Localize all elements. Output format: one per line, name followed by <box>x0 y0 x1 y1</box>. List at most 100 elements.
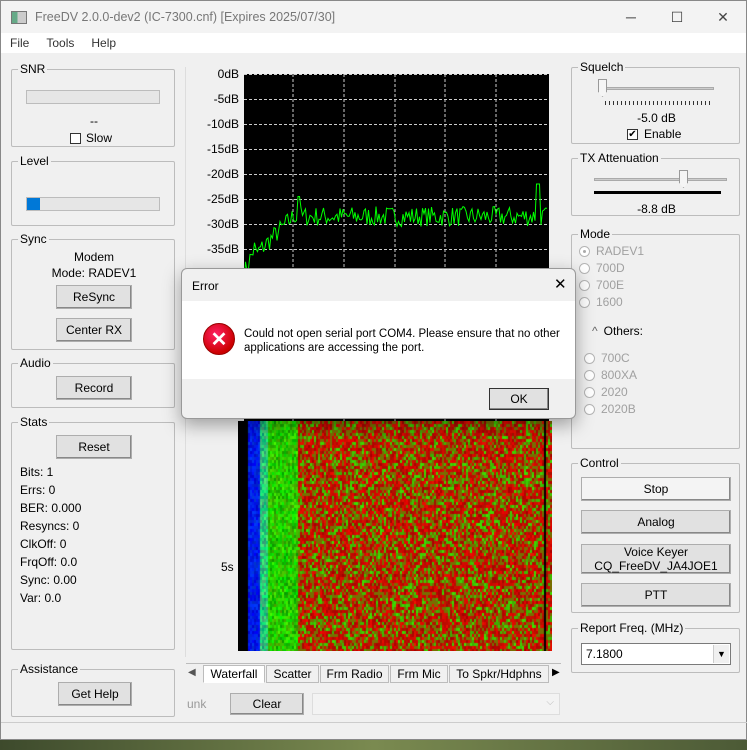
chevron-down-icon: ⌵ <box>546 697 554 708</box>
dropdown-arrow-icon[interactable]: ▼ <box>713 645 729 663</box>
mode-radio-800xa[interactable]: 800XA <box>584 368 637 382</box>
dialog-close-button[interactable]: ✕ <box>554 275 567 293</box>
bottom-combo[interactable]: ⌵ <box>312 693 560 715</box>
ptt-button[interactable]: PTT <box>581 583 731 607</box>
report-freq-label: Report Freq. (MHz) <box>578 621 686 635</box>
squelch-label: Squelch <box>578 60 626 74</box>
stop-button[interactable]: Stop <box>581 477 731 501</box>
radio-icon <box>584 386 595 398</box>
audio-group: Audio Record <box>11 356 175 408</box>
stats-label: Stats <box>18 415 50 429</box>
tab-waterfall[interactable]: Waterfall <box>203 665 265 683</box>
stat-line: Resyncs: 0 <box>20 519 80 533</box>
spectrum-y-tick: -35dB <box>206 242 239 256</box>
analog-button[interactable]: Analog <box>581 510 731 534</box>
mode-radio-700c[interactable]: 700C <box>584 351 630 365</box>
mode-option-label: 1600 <box>596 295 623 309</box>
mode-option-label: 700C <box>601 351 630 365</box>
tx-attenuation-label: TX Attenuation <box>578 151 661 165</box>
mode-option-label: 700D <box>596 261 625 275</box>
menu-tools[interactable]: Tools <box>37 36 82 50</box>
report-freq-combo[interactable]: 7.1800 ▼ <box>581 643 731 665</box>
maximize-button[interactable]: ☐ <box>654 1 700 33</box>
get-help-button[interactable]: Get Help <box>58 682 132 706</box>
resync-button[interactable]: ReSync <box>56 285 132 309</box>
modem-label: Modem <box>73 250 114 264</box>
app-icon <box>11 10 27 24</box>
audio-label: Audio <box>18 356 53 370</box>
report-freq-group: Report Freq. (MHz) 7.1800 ▼ <box>571 621 740 673</box>
mode-option-label: 800XA <box>601 368 638 382</box>
radio-icon <box>579 296 590 308</box>
tab-scroll-left-icon[interactable]: ◀ <box>188 667 196 678</box>
report-freq-value: 7.1800 <box>586 647 623 661</box>
menu-help[interactable]: Help <box>82 36 124 50</box>
center-rx-button[interactable]: Center RX <box>56 318 132 342</box>
level-bar <box>26 197 160 211</box>
dialog-body: ✕ Could not open serial port COM4. Pleas… <box>182 301 575 379</box>
spectrum-y-tick: -15dB <box>206 142 239 156</box>
ok-button[interactable]: OK <box>489 388 549 410</box>
mode-option-label: 700E <box>596 278 625 292</box>
tx-attenuation-value: -8.8 dB <box>637 202 676 216</box>
control-group: Control Stop Analog Voice Keyer CQ_FreeDV… <box>571 456 740 613</box>
others-label: Others: <box>603 324 643 338</box>
stats-group: Stats Reset Bits: 1 Errs: 0 BER: 0.000 Resy… <box>11 415 175 650</box>
snr-group: SNR -- Slow <box>11 62 175 147</box>
squelch-group: Squelch -5.0 dB ✔ Enable <box>571 60 740 144</box>
others-toggle[interactable]: ^ Others: <box>592 324 643 338</box>
mode-radio-2020[interactable]: 2020 <box>584 385 628 399</box>
tx-attenuation-bar <box>594 191 721 194</box>
radio-icon <box>584 403 595 415</box>
slow-label: Slow <box>86 131 113 145</box>
mode-option-label: RADEV1 <box>596 244 645 258</box>
sync-label: Sync <box>18 232 49 246</box>
tx-attenuation-slider-track[interactable] <box>594 178 727 181</box>
waterfall-plot <box>238 421 552 651</box>
mode-radio-radev1[interactable]: RADEV1 <box>579 244 644 258</box>
tab-scroll-right-icon[interactable]: ▶ <box>552 667 560 678</box>
squelch-ticks <box>605 101 713 105</box>
mode-option-label: 2020 <box>601 385 628 399</box>
status-divider <box>1 722 747 723</box>
squelch-slider-thumb[interactable] <box>598 79 607 97</box>
menu-file[interactable]: File <box>1 36 37 50</box>
spectrum-y-tick: -20dB <box>206 167 239 181</box>
record-button[interactable]: Record <box>56 376 132 400</box>
level-label: Level <box>18 154 51 168</box>
squelch-slider-track[interactable] <box>602 87 714 90</box>
minimize-button[interactable]: ─ <box>608 1 654 33</box>
mode-radio-2020b[interactable]: 2020B <box>584 402 636 416</box>
window-title: FreeDV 2.0.0-dev2 (IC-7300.cnf) [Expires… <box>35 10 336 24</box>
spectrum-y-tick: -5dB <box>213 92 239 106</box>
tab-frm-mic[interactable]: Frm Mic <box>390 665 448 683</box>
radio-icon <box>579 279 590 291</box>
squelch-enable-checkbox[interactable]: ✔ Enable <box>627 127 681 141</box>
clear-button[interactable]: Clear <box>230 693 304 715</box>
spectrum-y-tick: 0dB <box>217 67 239 81</box>
reset-button[interactable]: Reset <box>56 435 132 459</box>
spectrum-y-tick: -10dB <box>206 117 239 131</box>
mode-radio-1600[interactable]: 1600 <box>579 295 623 309</box>
mode-radio-700e[interactable]: 700E <box>579 278 624 292</box>
spectrum-y-tick: -25dB <box>206 192 239 206</box>
tab-frm-radio[interactable]: Frm Radio <box>320 665 389 683</box>
spectrum-y-tick: -30dB <box>206 217 239 231</box>
slow-checkbox[interactable]: Slow <box>70 131 112 145</box>
title-bar: FreeDV 2.0.0-dev2 (IC-7300.cnf) [Expires… <box>1 1 746 33</box>
mode-group: Mode RADEV1 700D 700E 1600 700C 800XA 2020 2020… <box>571 227 740 449</box>
mode-label: Mode <box>578 227 613 241</box>
voice-keyer-button[interactable]: Voice Keyer CQ_FreeDV_JA4JOE1 <box>581 544 731 574</box>
tx-attenuation-slider-thumb[interactable] <box>679 170 688 188</box>
tx-attenuation-group: TX Attenuation -8.8 dB <box>571 151 740 216</box>
stat-line: Var: 0.0 <box>20 591 62 605</box>
dialog-title: Error <box>192 279 219 293</box>
stat-line: BER: 0.000 <box>20 501 82 515</box>
mode-radio-700d[interactable]: 700D <box>579 261 625 275</box>
close-button[interactable]: ✕ <box>700 1 746 33</box>
tab-scatter[interactable]: Scatter <box>266 665 319 683</box>
waterfall-time-label: 5s <box>221 560 234 574</box>
tab-to-spkr[interactable]: To Spkr/Hdphns <box>449 665 549 683</box>
level-fill <box>27 198 41 210</box>
error-icon: ✕ <box>203 323 235 355</box>
